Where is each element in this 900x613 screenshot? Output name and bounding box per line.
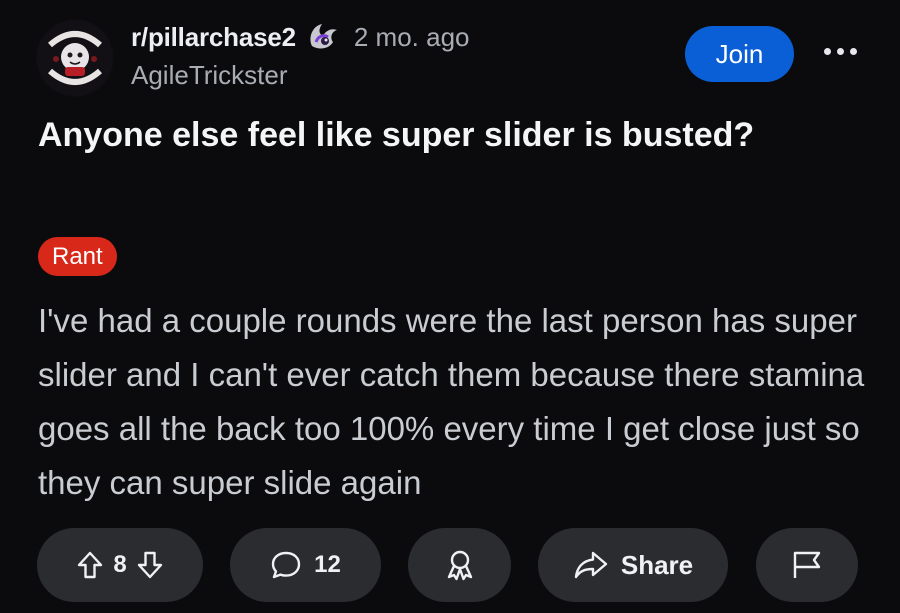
award-icon (445, 549, 475, 581)
post-flair[interactable]: Rant (38, 237, 117, 276)
vote-pill: 8 (37, 528, 203, 602)
save-button[interactable] (756, 528, 858, 602)
award-button[interactable] (408, 528, 511, 602)
post-body: I've had a couple rounds were the last p… (38, 302, 865, 501)
share-label: Share (620, 549, 694, 580)
post-title: Anyone else feel like super slider is bu… (38, 116, 755, 154)
post-timestamp: 2 mo. ago (353, 21, 470, 52)
more-dot-icon (849, 47, 857, 55)
vote-count: 8 (113, 551, 127, 578)
subreddit-logo-icon (37, 20, 113, 96)
more-options-button[interactable] (818, 36, 862, 66)
upvote-icon[interactable] (77, 551, 103, 579)
share-button[interactable]: Share (538, 528, 728, 602)
more-dot-icon (823, 47, 831, 55)
subreddit-avatar[interactable] (36, 19, 114, 97)
subreddit-name[interactable]: r/pillarchase2 (131, 22, 296, 53)
post-meta-line: r/pillarchase2 2 mo. ago (131, 17, 470, 57)
comments-button[interactable]: 12 (230, 528, 381, 602)
more-dot-icon (836, 47, 844, 55)
share-icon (573, 550, 609, 580)
flag-icon (791, 550, 823, 580)
join-button[interactable]: Join (685, 26, 794, 82)
comment-count: 12 (314, 551, 341, 578)
community-badge-icon (306, 20, 340, 54)
comment-icon (270, 550, 302, 580)
post-author[interactable]: AgileTrickster (131, 60, 288, 91)
downvote-icon[interactable] (137, 551, 163, 579)
